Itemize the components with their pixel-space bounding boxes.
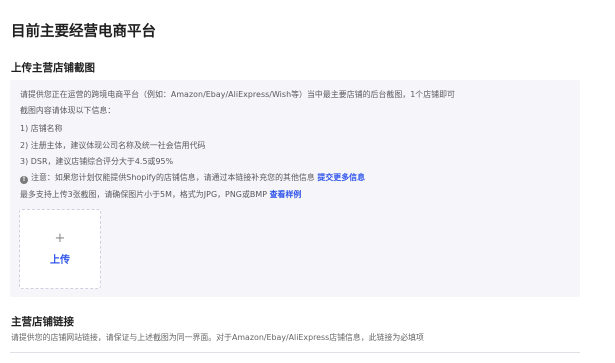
plus-icon: + (54, 231, 66, 246)
divider (10, 352, 580, 353)
requirement-item: 3) DSR，建议店铺综合评分大于4.5或95% (20, 157, 174, 166)
upload-section-title: 上传主营店铺截图 (11, 62, 95, 74)
upload-intro-text: 请提供您正在运营的跨境电商平台（例如：Amazon/Ebay/AliExpres… (20, 90, 455, 99)
page-title: 目前主要经营电商平台 (11, 24, 156, 40)
upload-info-panel: 请提供您正在运营的跨境电商平台（例如：Amazon/Ebay/AliExpres… (10, 80, 580, 297)
upload-button[interactable]: + 上传 (19, 209, 101, 289)
requirement-item: 1) 店铺名称 (20, 124, 63, 133)
info-icon: ! (20, 176, 28, 184)
requirements-heading: 截图内容请体现以下信息： (20, 106, 116, 115)
upload-limits-text: 最多支持上传3张截图，请确保图片小于5M，格式为JPG，PNG或BMP (20, 190, 268, 199)
upload-button-label: 上传 (50, 255, 70, 266)
view-sample-link[interactable]: 查看样例 (270, 190, 302, 199)
requirement-item: 2) 注册主体，建议体现公司名称及统一社会信用代码 (20, 141, 206, 150)
upload-limits-line: 最多支持上传3张截图，请确保图片小于5M，格式为JPG，PNG或BMP 查看样例 (20, 189, 301, 200)
submit-more-info-link[interactable]: 提交更多信息 (317, 173, 365, 182)
store-link-section-title: 主营店铺链接 (11, 316, 74, 328)
store-link-description: 请提供您的店铺网站链接，请保证与上述截图为同一界面。对于Amazon/Ebay/… (11, 333, 424, 342)
notice-text: 注意：如果您计划仅能提供Shopify的店铺信息，请通过本链接补充您的其他信息 (31, 173, 315, 182)
notice-line: ! 注意：如果您计划仅能提供Shopify的店铺信息，请通过本链接补充您的其他信息… (20, 172, 365, 184)
